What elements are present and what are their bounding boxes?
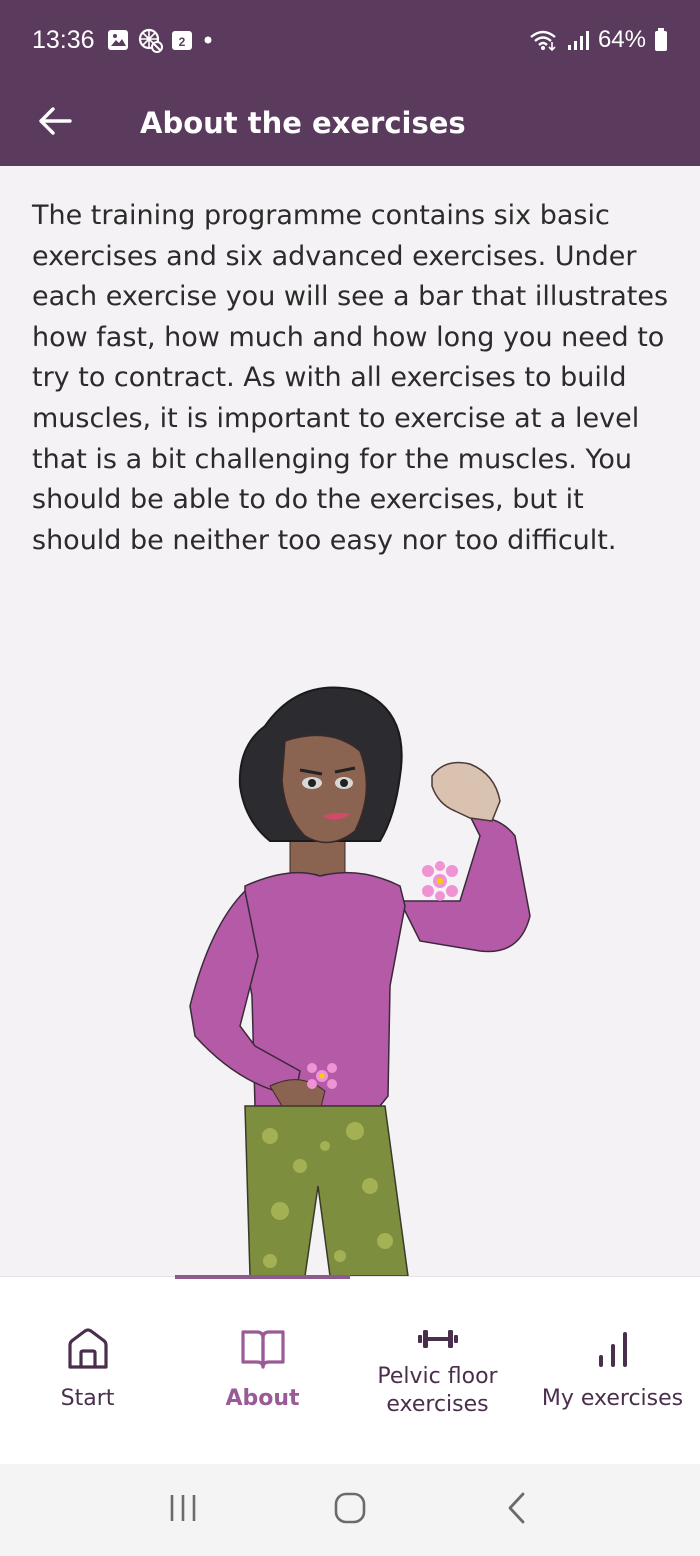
chevron-left-icon [505, 1491, 529, 1529]
nav-item-my-exercises[interactable]: My exercises [525, 1277, 700, 1464]
dumbbell-icon [416, 1319, 460, 1359]
status-bar: 13:36 2 64% [0, 0, 700, 80]
active-tab-indicator [175, 1275, 350, 1279]
bottom-navigation: Start About Pelvic floor exercises My ex… [0, 1275, 700, 1464]
nav-label-about: About [225, 1386, 300, 1411]
signal-icon [566, 29, 590, 51]
nav-item-about[interactable]: About [175, 1277, 350, 1464]
intro-text: The training programme contains six basi… [32, 200, 669, 556]
nav-label-my-exercises: My exercises [541, 1386, 684, 1411]
recent-apps-button[interactable] [153, 1480, 213, 1540]
home-icon [66, 1325, 110, 1373]
image-icon [107, 29, 129, 51]
nav-item-pelvic-floor-exercises[interactable]: Pelvic floor exercises [350, 1277, 525, 1464]
battery-percent: 64% [597, 26, 646, 53]
dot-icon [201, 33, 215, 47]
nav-label-pelvic-floor: Pelvic floor exercises [377, 1364, 498, 1417]
system-navigation-bar [0, 1464, 700, 1556]
calendar-day: 2 [178, 35, 185, 49]
bar-chart-icon [595, 1325, 631, 1373]
notification-icons: 2 [107, 27, 215, 53]
home-circle-icon [333, 1491, 367, 1529]
home-button[interactable] [320, 1480, 380, 1540]
nav-item-start[interactable]: Start [0, 1277, 175, 1464]
system-back-button[interactable] [487, 1480, 547, 1540]
woman-flexing-illustration [0, 666, 700, 1276]
app-bar: About the exercises [0, 80, 700, 166]
ferris-wheel-icon [137, 27, 163, 53]
page-title: About the exercises [140, 106, 466, 140]
back-button[interactable] [0, 80, 110, 166]
arrow-left-icon [38, 106, 72, 140]
status-time: 13:36 [32, 25, 95, 54]
calendar-icon: 2 [171, 29, 193, 51]
book-icon [240, 1325, 286, 1373]
main-content[interactable]: The training programme contains six basi… [0, 166, 700, 1276]
wifi-icon [528, 28, 558, 52]
recent-apps-icon [167, 1492, 199, 1528]
status-right: 64% [528, 26, 668, 54]
nav-label-start: Start [60, 1386, 115, 1411]
battery-icon [654, 28, 668, 52]
